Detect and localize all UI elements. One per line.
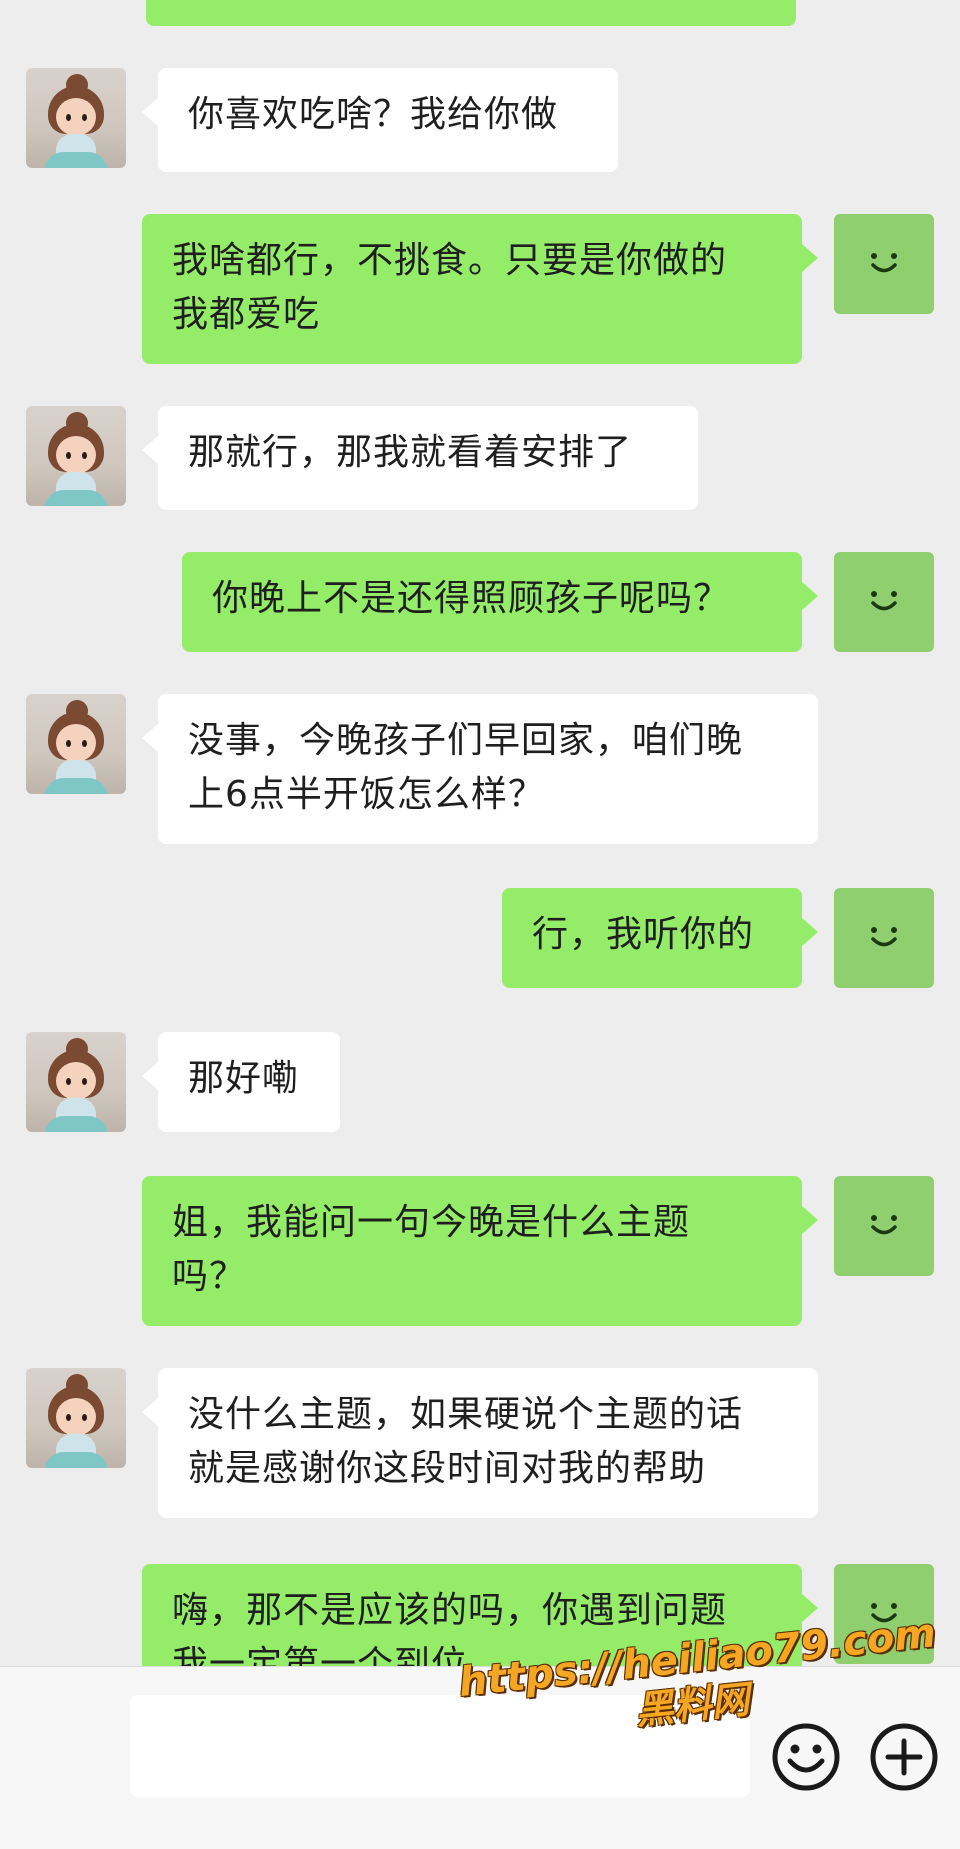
contact-avatar[interactable]	[26, 1368, 126, 1468]
emoji-icon[interactable]	[770, 1721, 842, 1793]
chat-area: 你喜欢吃啥？我给你做 我啥都行，不挑食。只要是你做的 我都爱吃 那就行，那我就看…	[0, 0, 960, 1848]
contact-avatar[interactable]	[26, 68, 126, 168]
contact-avatar[interactable]	[26, 694, 126, 794]
smile-avatar-icon[interactable]	[834, 552, 934, 652]
contact-avatar[interactable]	[26, 1032, 126, 1132]
contact-avatar[interactable]	[26, 406, 126, 506]
message-bubble-incoming[interactable]: 没事，今晚孩子们早回家，咱们晚 上6点半开饭怎么样？	[142, 694, 818, 844]
message-bubble-incoming[interactable]: 没什么主题，如果硬说个主题的话 就是感谢你这段时间对我的帮助	[142, 1368, 818, 1518]
message-bubble-outgoing[interactable]: 行，我听你的	[502, 888, 818, 988]
message-bubble-outgoing[interactable]: 你晚上不是还得照顾孩子呢吗？	[182, 552, 818, 652]
message-bubble-incoming[interactable]: 那就行，那我就看着安排了	[142, 406, 698, 510]
smile-avatar-icon[interactable]	[834, 888, 934, 988]
message-bubble-outgoing[interactable]: 我啥都行，不挑食。只要是你做的 我都爱吃	[142, 214, 818, 364]
previous-message-edge	[146, 0, 796, 26]
smile-avatar-icon[interactable]	[834, 214, 934, 314]
message-bubble-incoming[interactable]: 你喜欢吃啥？我给你做	[142, 68, 618, 172]
plus-icon[interactable]	[868, 1721, 940, 1793]
message-bubble-incoming[interactable]: 那好嘞	[142, 1032, 340, 1132]
message-bubble-outgoing[interactable]: 姐，我能问一句今晚是什么主题 吗？	[142, 1176, 818, 1326]
smile-avatar-icon[interactable]	[834, 1176, 934, 1276]
